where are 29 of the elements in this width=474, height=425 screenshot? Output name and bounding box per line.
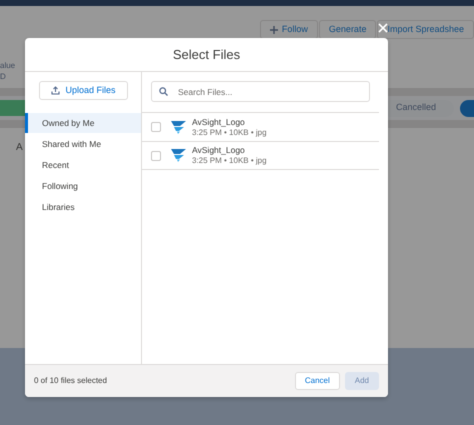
sidebar-item[interactable]: Owned by Me [25,113,141,133]
sidebar-item[interactable]: Following [25,176,141,196]
file-name: AvSight_Logo [192,116,246,126]
search-icon [159,87,168,96]
sidebar-item[interactable]: Recent [25,155,141,175]
upload-icon [51,86,60,95]
file-name: AvSight_Logo [192,145,246,155]
cancel-button[interactable]: Cancel [294,372,340,390]
field-label: alue [0,60,16,71]
path-stage [0,100,25,116]
sidebar-item[interactable]: Libraries [25,197,141,217]
checkbox[interactable] [151,122,161,132]
plus-icon [270,26,278,34]
file-details: 3:25 PM • 10KB • jpg [192,127,267,138]
search-field[interactable]: Search Files... [151,81,370,102]
logo-icon [171,149,186,162]
selection-count: 0 of 10 files selected [34,375,107,387]
file-details: 3:25 PM • 10KB • jpg [192,155,267,166]
file-row[interactable]: AvSight_Logo 3:25 PM • 10KB • jpg [142,141,379,170]
logo-icon [171,120,186,134]
close-icon[interactable] [378,23,388,33]
column-heading: A [16,142,23,154]
field-value: D [0,71,7,82]
sidebar-item[interactable]: Shared with Me [25,134,141,154]
upload-button[interactable]: Upload Files [39,81,128,100]
file-row[interactable]: AvSight_Logo 3:25 PM • 10KB • jpg [142,112,379,141]
checkbox[interactable] [151,150,161,160]
path-stage [460,100,474,116]
modal-title: Select Files [25,38,388,72]
